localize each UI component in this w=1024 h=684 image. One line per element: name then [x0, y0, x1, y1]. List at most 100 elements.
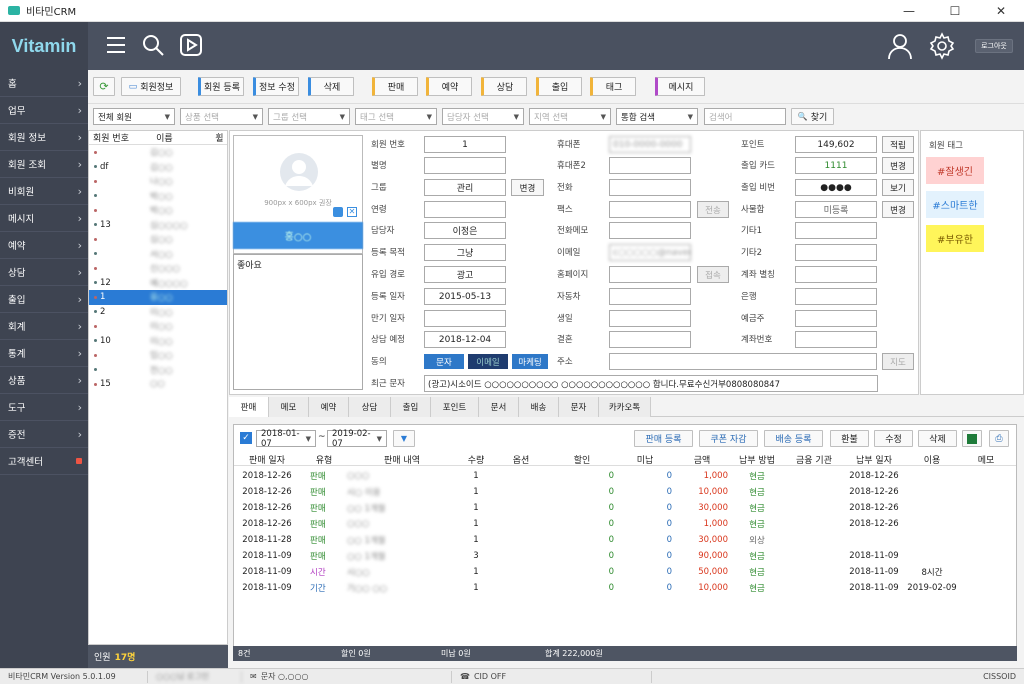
member-row[interactable]: 이○○	[89, 319, 227, 334]
search-icon[interactable]	[141, 33, 165, 57]
expire-date-field[interactable]	[424, 310, 506, 327]
message-button[interactable]: 메시지	[655, 77, 705, 96]
sales-row[interactable]: 2018-11-28 판매 ○○ 1개월 1 0 0 30,000 외상	[234, 532, 1016, 548]
user-icon[interactable]	[886, 32, 914, 60]
excel-button[interactable]	[962, 430, 982, 447]
point-accumulate-button[interactable]: 적립	[882, 136, 914, 153]
member-row[interactable]: 임○○	[89, 348, 227, 363]
sales-col-header[interactable]: 할인	[550, 452, 614, 466]
sale-register-button[interactable]: 판매 등록	[634, 430, 693, 447]
locker-change-button[interactable]: 변경	[882, 201, 914, 218]
tab-2[interactable]: 예약	[309, 397, 349, 417]
sidebar-item[interactable]: 비회원 ›	[0, 178, 88, 205]
sales-row[interactable]: 2018-11-09 기간 기○○ ○○ 1 0 0 10,000 현금 2018-11-09 2…	[234, 580, 1016, 596]
member-tag-2[interactable]: #스마트한	[926, 191, 984, 218]
account-alias-field[interactable]	[795, 266, 877, 283]
search-input[interactable]: 검색어	[704, 108, 786, 125]
member-row[interactable]: 2 이○○	[89, 305, 227, 320]
nickname-field[interactable]	[424, 157, 506, 174]
logout-button[interactable]: 로그아웃	[975, 39, 1013, 53]
delete-button[interactable]: 삭제	[308, 77, 354, 96]
play-icon[interactable]	[179, 33, 203, 57]
sales-row[interactable]: 2018-11-09 시간 시○○ 1 0 0 50,000 현금 2018-11-09 8시간	[234, 564, 1016, 580]
sales-col-header[interactable]: 이용	[906, 452, 958, 466]
etc2-field[interactable]	[795, 244, 877, 261]
birthday-field[interactable]	[609, 310, 691, 327]
card-change-button[interactable]: 변경	[882, 157, 914, 174]
menu-icon[interactable]	[104, 33, 128, 57]
manager-field[interactable]: 이정은	[424, 222, 506, 239]
sidebar-item[interactable]: 업무 ›	[0, 97, 88, 124]
print-button[interactable]: ⎙	[989, 430, 1009, 447]
date-dropdown-button[interactable]: ▼	[393, 430, 415, 447]
member-row[interactable]: 박○○	[89, 203, 227, 218]
fax-field[interactable]	[609, 201, 691, 218]
sales-row[interactable]: 2018-12-26 판매 ○○ 1개월 1 0 0 30,000 현금 2018-12-26	[234, 500, 1016, 516]
reg-purpose-field[interactable]: 그냥	[424, 244, 506, 261]
pin-view-button[interactable]: 보기	[882, 179, 914, 196]
member-row[interactable]: 전○○	[89, 363, 227, 378]
sidebar-item[interactable]: 회계 ›	[0, 313, 88, 340]
sales-col-header[interactable]: 수량	[460, 452, 492, 466]
group-select[interactable]: 그룹 선택 ▼	[268, 108, 350, 125]
refund-button[interactable]: 환불	[830, 430, 869, 447]
mobile-field[interactable]: 010-0000-0000	[609, 136, 691, 153]
tag-button[interactable]: 태그	[590, 77, 636, 96]
ship-register-button[interactable]: 배송 등록	[764, 430, 823, 447]
minimize-button[interactable]: —	[886, 0, 932, 22]
col-extra[interactable]: 휠	[215, 131, 227, 144]
account-number-field[interactable]	[795, 331, 877, 348]
refresh-button[interactable]: ⟳	[93, 77, 115, 96]
find-button[interactable]: 🔍 찾기	[791, 108, 834, 125]
homepage-field[interactable]	[609, 266, 691, 283]
agree-email-toggle[interactable]: 이메일	[468, 354, 508, 369]
camera-icon[interactable]	[333, 207, 343, 217]
etc1-field[interactable]	[795, 222, 877, 239]
member-row[interactable]: 10 이○○	[89, 334, 227, 349]
member-row[interactable]: 나○○	[89, 174, 227, 189]
tab-3[interactable]: 상담	[349, 397, 391, 417]
register-button[interactable]: 회원 등록	[198, 77, 244, 96]
sales-col-header[interactable]: 메모	[962, 452, 1010, 466]
member-info-button[interactable]: ▭ 회원정보	[121, 77, 181, 96]
wedding-field[interactable]	[609, 331, 691, 348]
sales-col-header[interactable]: 옵션	[496, 452, 546, 466]
group-change-button[interactable]: 변경	[511, 179, 544, 196]
inflow-route-field[interactable]: 광고	[424, 266, 506, 283]
sidebar-item[interactable]: 회원 정보 ›	[0, 124, 88, 151]
member-row[interactable]: 12 예○○○○	[89, 276, 227, 291]
sidebar-item[interactable]: 예약 ›	[0, 232, 88, 259]
mobile2-field[interactable]	[609, 157, 691, 174]
agree-marketing-toggle[interactable]: 마케팅	[512, 354, 548, 369]
col-member-no[interactable]: 회원 번호	[89, 131, 156, 144]
member-list[interactable]: 회원 번호 이름 휠 김○○ df 김○○ 나○○ 박○○ 박○○ 13 심○○○○ 심○○ 서○…	[88, 130, 228, 645]
member-tag-1[interactable]: #잘생긴	[926, 157, 984, 184]
sidebar-item[interactable]: 출입 ›	[0, 286, 88, 313]
consult-button[interactable]: 상담	[481, 77, 527, 96]
tab-5[interactable]: 포인트	[431, 397, 479, 417]
col-name[interactable]: 이름	[156, 131, 215, 144]
age-field[interactable]	[424, 201, 506, 218]
tab-1[interactable]: 메모	[269, 397, 309, 417]
edit-info-button[interactable]: 정보 수정	[253, 77, 299, 96]
sidebar-item[interactable]: 통계 ›	[0, 340, 88, 367]
sales-row[interactable]: 2018-12-26 판매 ○○○ 1 0 0 1,000 현금 2018-12-26	[234, 468, 1016, 484]
tab-8[interactable]: 문자	[559, 397, 599, 417]
tab-9[interactable]: 카카오톡	[599, 397, 651, 417]
member-row[interactable]: 1 유○○	[89, 290, 227, 305]
maximize-button[interactable]: ☐	[932, 0, 978, 22]
tab-6[interactable]: 문서	[479, 397, 519, 417]
member-row[interactable]: 13 심○○○○	[89, 218, 227, 233]
consult-date-field[interactable]: 2018-12-04	[424, 331, 506, 348]
sales-col-header[interactable]: 미납	[618, 452, 672, 466]
bank-field[interactable]	[795, 288, 877, 305]
sale-button[interactable]: 판매	[372, 77, 418, 96]
staff-select[interactable]: 담당자 선택 ▼	[442, 108, 524, 125]
member-tag-3[interactable]: #부유한	[926, 225, 984, 252]
access-card-field[interactable]: 1111	[795, 157, 877, 174]
attend-button[interactable]: 출입	[536, 77, 582, 96]
date-to-picker[interactable]: 2019-02-07 ▼	[327, 429, 387, 449]
sidebar-item[interactable]: 회원 조회 ›	[0, 151, 88, 178]
fax-send-button[interactable]: 전송	[697, 201, 729, 218]
email-field[interactable]: c○○○○○@naver.com	[609, 244, 691, 261]
